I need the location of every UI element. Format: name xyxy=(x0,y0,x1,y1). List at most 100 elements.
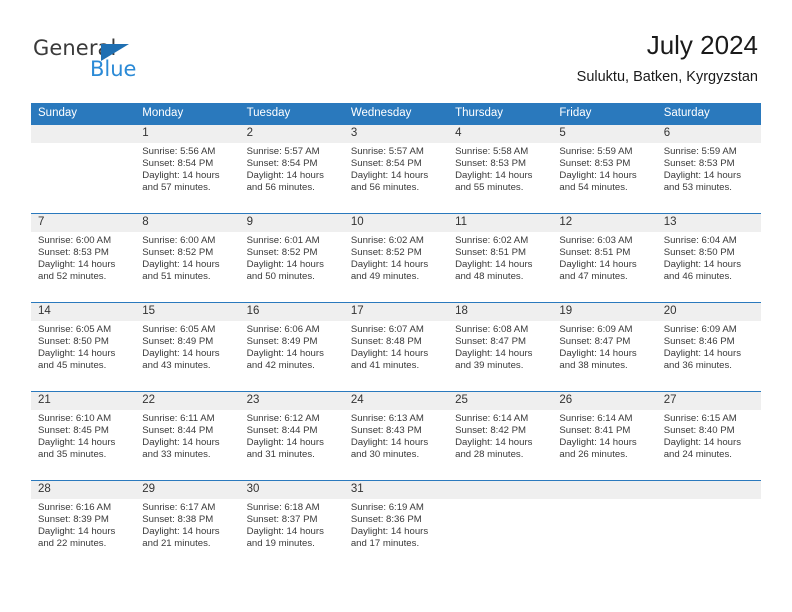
day-cell[interactable]: Sunrise: 5:57 AM Sunset: 8:54 PM Daylight:… xyxy=(344,143,448,213)
day-info-line: Sunset: 8:52 PM xyxy=(142,247,214,259)
day-cell[interactable]: Sunrise: 6:06 AM Sunset: 8:49 PM Daylight:… xyxy=(240,321,344,391)
day-cell[interactable]: Sunrise: 6:09 AM Sunset: 8:47 PM Daylight:… xyxy=(552,321,656,391)
day-number[interactable]: 9 xyxy=(240,214,344,232)
day-cell[interactable]: Sunrise: 6:02 AM Sunset: 8:52 PM Daylight:… xyxy=(344,232,448,302)
day-info-line: Sunset: 8:45 PM xyxy=(38,425,109,437)
day-number[interactable]: 4 xyxy=(448,125,552,143)
weekday-header-tuesday: Tuesday xyxy=(246,107,291,119)
day-cell[interactable]: Sunrise: 6:14 AM Sunset: 8:41 PM Daylight:… xyxy=(552,410,656,480)
day-number[interactable]: 15 xyxy=(135,303,239,321)
day-info-line: Daylight: 14 hours xyxy=(142,348,220,360)
day-info-line: Sunrise: 6:04 AM xyxy=(663,235,737,246)
day-cell[interactable]: Sunrise: 5:59 AM Sunset: 8:53 PM Daylight:… xyxy=(552,143,656,213)
day-info-line: Daylight: 14 hours xyxy=(350,348,429,360)
day-info-line: Daylight: 14 hours xyxy=(663,437,742,449)
brand-name-blue: Blue xyxy=(90,57,137,81)
day-cell[interactable]: Sunrise: 5:57 AM Sunset: 8:54 PM Daylight:… xyxy=(240,143,344,213)
day-number[interactable]: 27 xyxy=(657,392,761,410)
day-number[interactable]: 17 xyxy=(344,303,448,321)
day-info-line: and 56 minutes. xyxy=(246,182,315,194)
day-number[interactable]: 24 xyxy=(344,392,448,410)
day-info-line: and 49 minutes. xyxy=(350,271,420,283)
day-cell[interactable]: Sunrise: 6:05 AM Sunset: 8:49 PM Daylight:… xyxy=(135,321,239,391)
day-info-line: Daylight: 14 hours xyxy=(559,437,637,449)
day-cell[interactable]: Sunrise: 6:05 AM Sunset: 8:50 PM Daylight:… xyxy=(31,321,135,391)
day-number[interactable]: 2 xyxy=(240,125,344,143)
day-info-line: Sunset: 8:51 PM xyxy=(455,247,527,259)
day-cell[interactable]: Sunrise: 6:13 AM Sunset: 8:43 PM Daylight:… xyxy=(344,410,448,480)
calendar-week-row: 21 22 23 24 25 26 27 Sunrise: 6:10 AM Sunset: 8:… xyxy=(31,391,761,480)
day-number[interactable]: 8 xyxy=(135,214,239,232)
day-cell[interactable]: Sunrise: 6:03 AM Sunset: 8:51 PM Daylight:… xyxy=(552,232,656,302)
day-number[interactable]: 30 xyxy=(240,481,344,499)
day-info-line: and 53 minutes. xyxy=(663,182,732,194)
day-number[interactable]: 5 xyxy=(552,125,656,143)
day-number[interactable]: 12 xyxy=(552,214,656,232)
day-info-line: Sunset: 8:50 PM xyxy=(663,247,735,259)
day-info-line: Sunset: 8:47 PM xyxy=(559,336,631,348)
day-number[interactable]: 21 xyxy=(31,392,135,410)
day-cell[interactable]: Sunrise: 6:10 AM Sunset: 8:45 PM Daylight:… xyxy=(31,410,135,480)
day-cell[interactable]: Sunrise: 6:18 AM Sunset: 8:37 PM Daylight:… xyxy=(240,499,344,569)
day-cell[interactable]: Sunrise: 6:08 AM Sunset: 8:47 PM Daylight:… xyxy=(448,321,552,391)
day-cell[interactable]: Sunrise: 6:16 AM Sunset: 8:39 PM Daylight:… xyxy=(31,499,135,569)
day-info-line: and 22 minutes. xyxy=(38,538,107,550)
day-number[interactable]: 16 xyxy=(240,303,344,321)
day-number[interactable]: 14 xyxy=(31,303,135,321)
day-info-line: and 21 minutes. xyxy=(142,538,211,550)
day-cell[interactable]: Sunrise: 6:02 AM Sunset: 8:51 PM Daylight:… xyxy=(448,232,552,302)
day-cell[interactable]: Sunrise: 6:11 AM Sunset: 8:44 PM Daylight:… xyxy=(135,410,239,480)
day-info-line: Daylight: 14 hours xyxy=(246,526,324,538)
day-cell[interactable]: Sunrise: 6:12 AM Sunset: 8:44 PM Daylight:… xyxy=(240,410,344,480)
day-cell[interactable]: Sunrise: 6:17 AM Sunset: 8:38 PM Daylight:… xyxy=(135,499,239,569)
day-cell[interactable]: Sunrise: 6:01 AM Sunset: 8:52 PM Daylight:… xyxy=(240,232,344,302)
day-info-line: and 50 minutes. xyxy=(246,271,315,283)
day-number[interactable]: 18 xyxy=(448,303,552,321)
day-number[interactable]: 19 xyxy=(552,303,656,321)
day-cell[interactable]: Sunrise: 5:58 AM Sunset: 8:53 PM Daylight:… xyxy=(448,143,552,213)
day-info-line: Sunrise: 6:15 AM xyxy=(663,413,737,424)
day-cell[interactable]: Sunrise: 6:14 AM Sunset: 8:42 PM Daylight:… xyxy=(448,410,552,480)
day-number[interactable]: 7 xyxy=(31,214,135,232)
day-info-line: and 46 minutes. xyxy=(663,271,732,283)
day-number[interactable]: 29 xyxy=(135,481,239,499)
day-number[interactable]: 25 xyxy=(448,392,552,410)
day-cell[interactable]: Sunrise: 6:04 AM Sunset: 8:50 PM Daylight:… xyxy=(657,232,761,302)
day-info-line: Daylight: 14 hours xyxy=(350,170,429,182)
day-info-line: Sunrise: 6:06 AM xyxy=(246,324,320,335)
day-cell[interactable]: Sunrise: 6:00 AM Sunset: 8:53 PM Daylight:… xyxy=(31,232,135,302)
day-number[interactable]: 1 xyxy=(135,125,239,143)
day-number[interactable]: 26 xyxy=(552,392,656,410)
weekday-header-saturday: Saturday xyxy=(663,107,710,119)
day-detail-strip: Sunrise: 6:05 AM Sunset: 8:50 PM Daylight:… xyxy=(31,321,761,391)
brand-logo[interactable]: General Blue xyxy=(33,36,203,82)
day-info-line: Sunset: 8:53 PM xyxy=(559,158,631,170)
day-cell[interactable]: Sunrise: 5:56 AM Sunset: 8:54 PM Daylight:… xyxy=(135,143,239,213)
day-cell[interactable]: Sunrise: 6:07 AM Sunset: 8:48 PM Daylight:… xyxy=(344,321,448,391)
day-number[interactable]: 23 xyxy=(240,392,344,410)
day-number[interactable]: 3 xyxy=(344,125,448,143)
day-info-line: Sunset: 8:53 PM xyxy=(455,158,527,170)
day-cell[interactable]: Sunrise: 6:00 AM Sunset: 8:52 PM Daylight:… xyxy=(135,232,239,302)
day-cell[interactable]: Sunrise: 5:59 AM Sunset: 8:53 PM Daylight:… xyxy=(657,143,761,213)
day-number[interactable]: 13 xyxy=(657,214,761,232)
day-cell[interactable]: Sunrise: 6:15 AM Sunset: 8:40 PM Daylight:… xyxy=(657,410,761,480)
day-number[interactable]: 31 xyxy=(344,481,448,499)
weekday-header-row: Sunday Monday Tuesday Wednesday Thursday Frid… xyxy=(31,103,761,125)
day-number[interactable]: 28 xyxy=(31,481,135,499)
day-info-line: Sunset: 8:44 PM xyxy=(246,425,318,437)
day-number[interactable]: 6 xyxy=(657,125,761,143)
day-info-line: Sunrise: 6:13 AM xyxy=(350,413,424,424)
day-cell-empty xyxy=(31,143,135,213)
day-cell[interactable]: Sunrise: 6:19 AM Sunset: 8:36 PM Daylight:… xyxy=(344,499,448,569)
day-info-line: Daylight: 14 hours xyxy=(559,348,637,360)
day-number[interactable]: 11 xyxy=(448,214,552,232)
date-number-strip: 123456 xyxy=(31,125,761,143)
day-info-line: and 57 minutes. xyxy=(142,182,211,194)
day-number[interactable]: 20 xyxy=(657,303,761,321)
day-info-line: Sunset: 8:51 PM xyxy=(559,247,631,259)
day-info-line: Sunset: 8:53 PM xyxy=(38,247,109,259)
day-number[interactable]: 10 xyxy=(344,214,448,232)
day-number[interactable]: 22 xyxy=(135,392,239,410)
day-cell[interactable]: Sunrise: 6:09 AM Sunset: 8:46 PM Daylight:… xyxy=(657,321,761,391)
